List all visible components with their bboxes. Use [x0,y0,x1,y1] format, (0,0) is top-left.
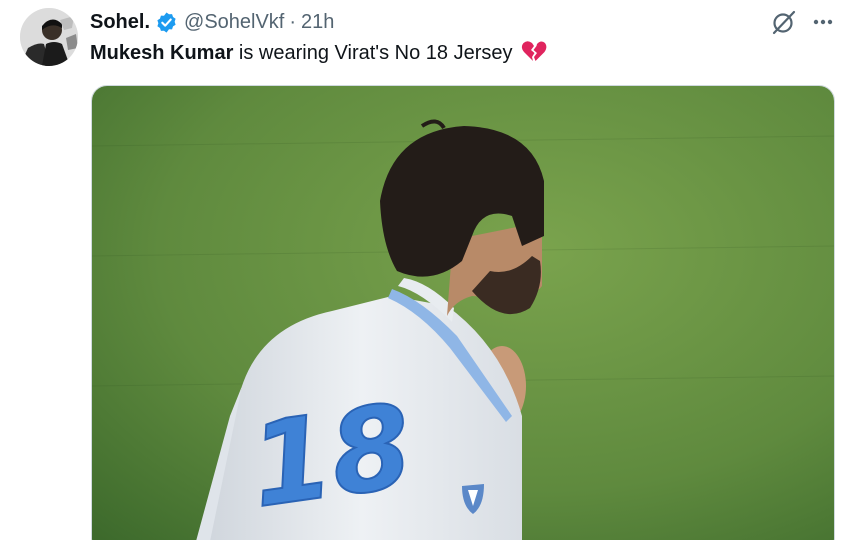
tweet-media-image[interactable]: 18 [91,85,835,540]
tweet-card[interactable]: Sohel. @SohelVkf · 21h Mukesh Kumar is w… [0,0,864,540]
verified-badge-icon [155,11,178,34]
tweet-header: Sohel. @SohelVkf · 21h [90,8,334,36]
author-display-name[interactable]: Sohel. [90,11,150,34]
author-handle[interactable]: @SohelVkf [184,11,284,34]
jersey-number: 18 [243,379,420,534]
tweet-text: Mukesh Kumar is wearing Virat's No 18 Je… [90,40,547,66]
separator-dot: · [289,10,297,33]
author-avatar[interactable] [20,8,78,66]
tweet-text-mention[interactable]: Mukesh Kumar [90,42,233,64]
tweet-text-body: is wearing Virat's No 18 Jersey [233,42,513,64]
tweet-timestamp[interactable]: 21h [301,11,334,34]
more-options-icon[interactable] [808,8,838,36]
grok-icon[interactable] [770,8,798,36]
broken-heart-icon [521,40,547,62]
